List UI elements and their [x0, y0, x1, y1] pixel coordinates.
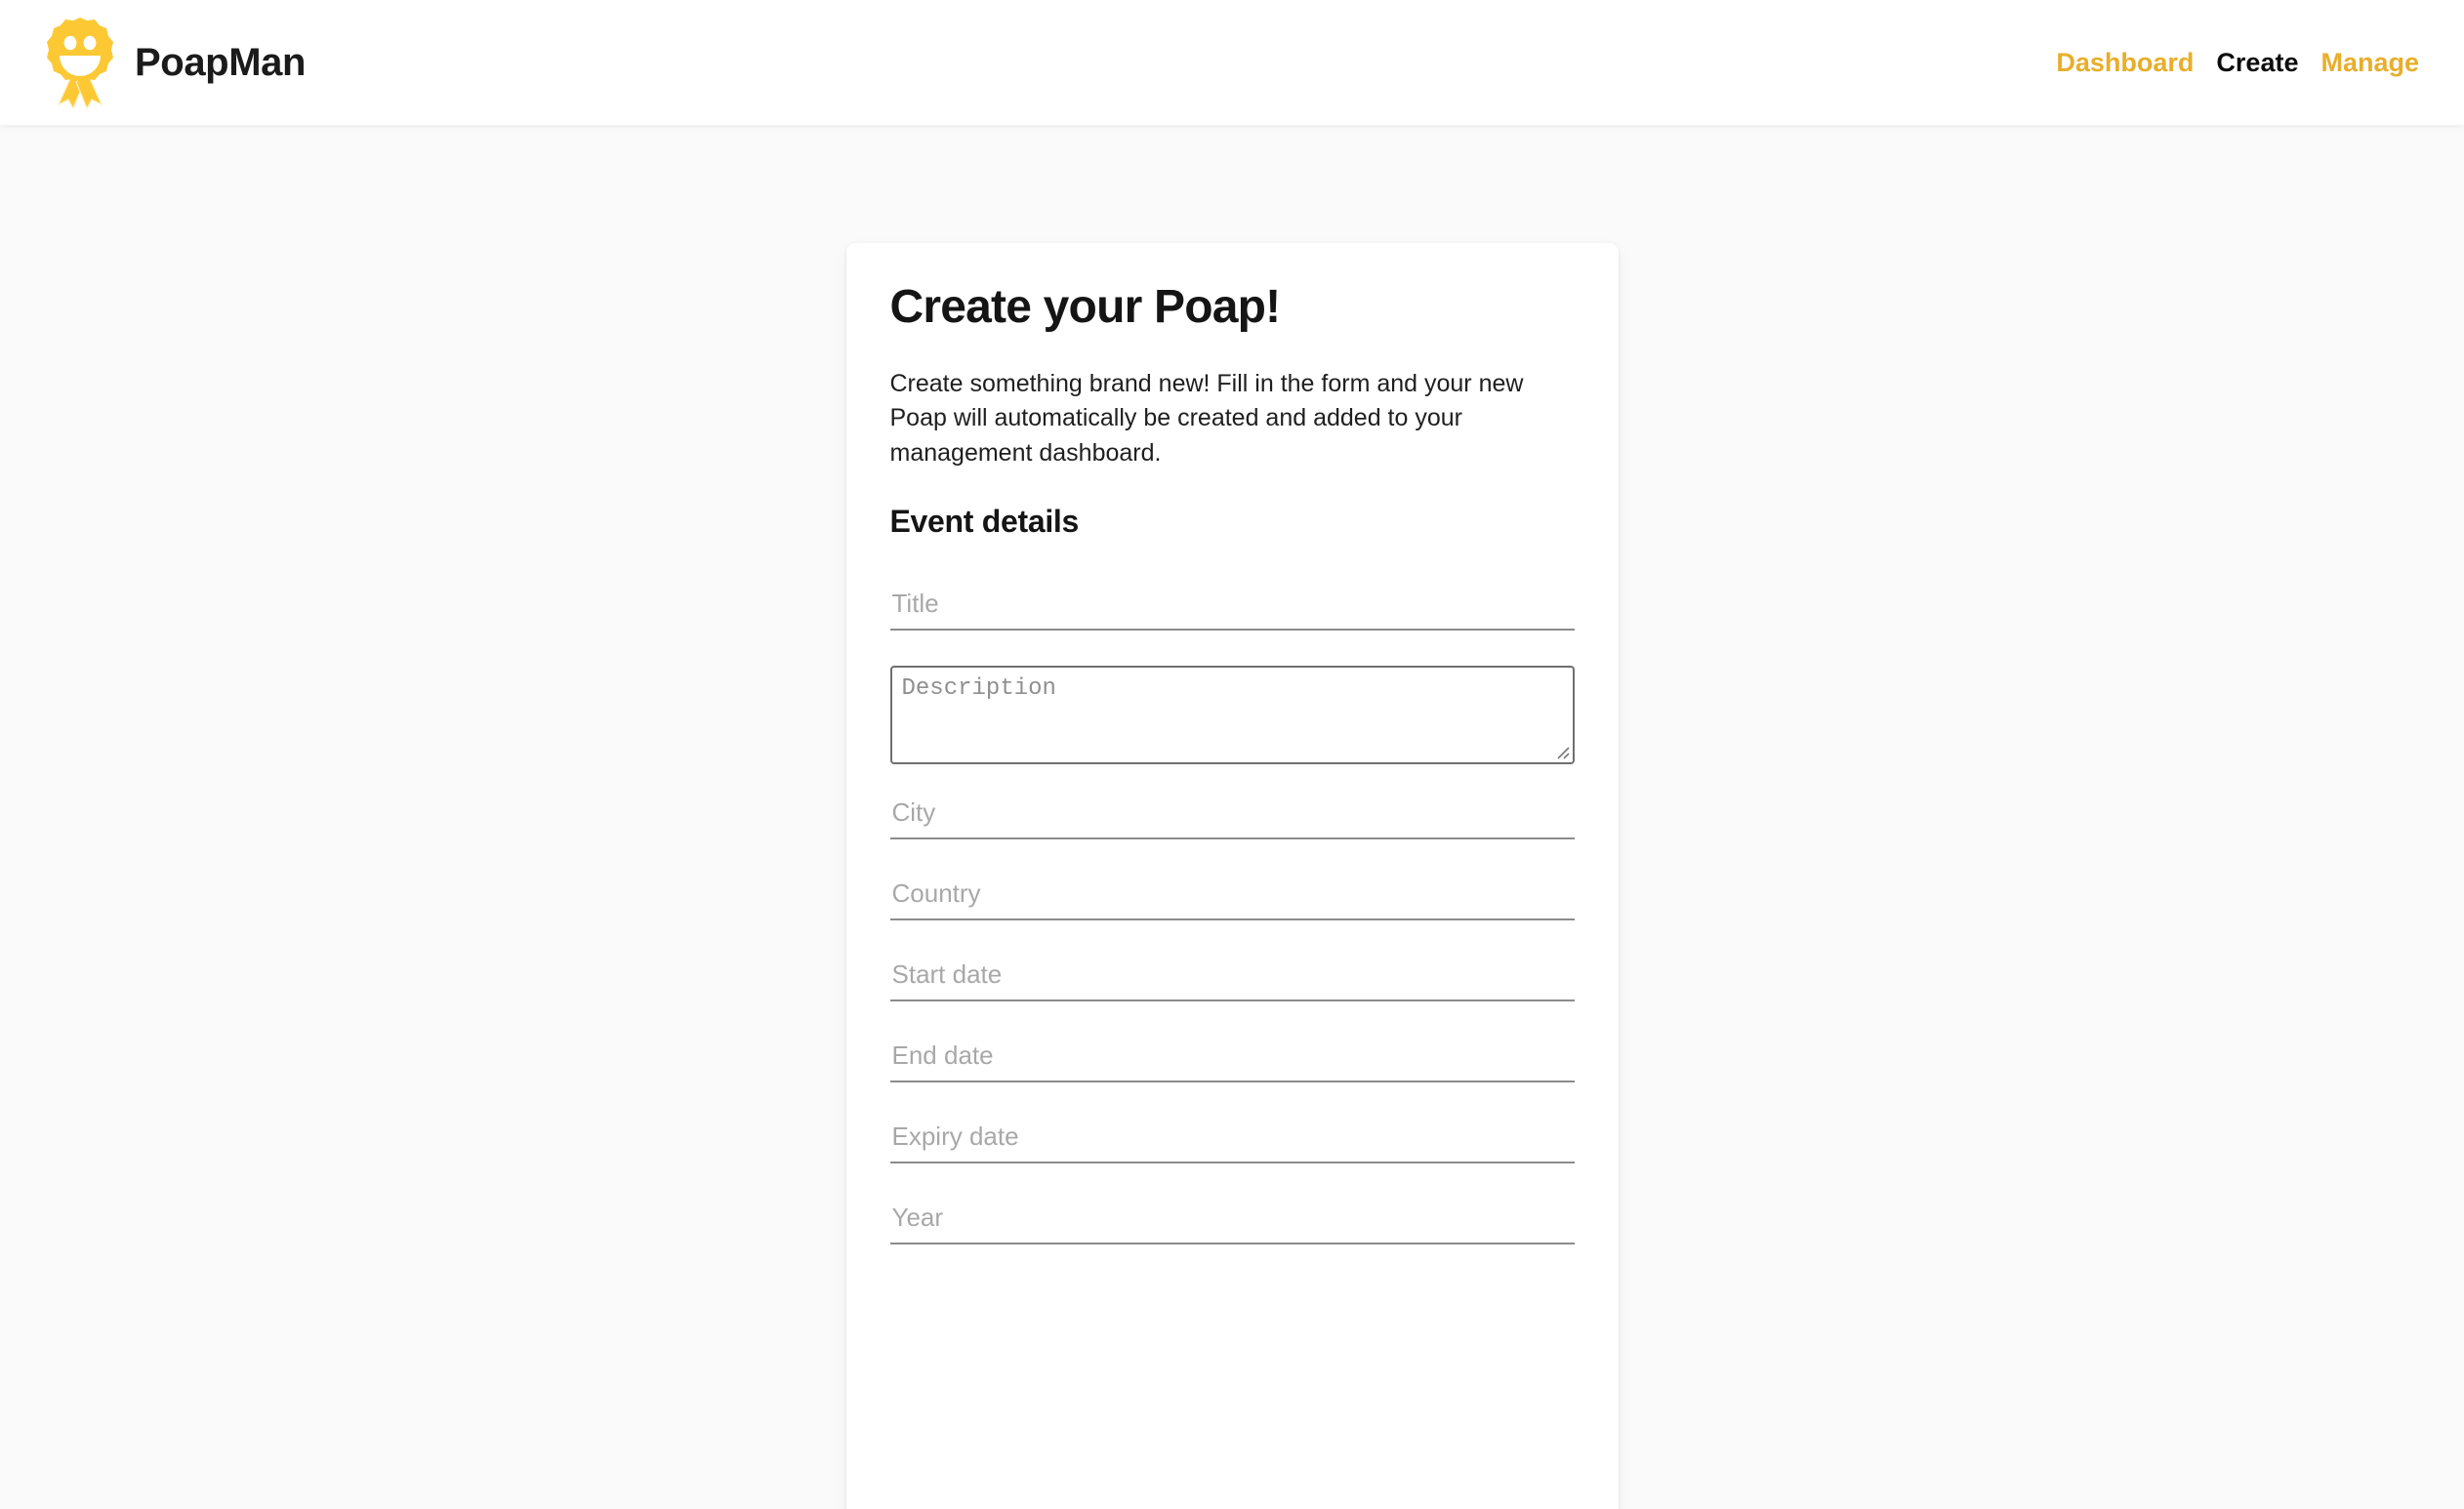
field-country	[889, 875, 1575, 921]
form-bottom-spacer	[890, 1280, 1575, 1338]
country-input[interactable]	[889, 875, 1575, 921]
field-end-date	[889, 1037, 1575, 1083]
field-year	[889, 1199, 1575, 1245]
nav-link-create[interactable]: Create	[2216, 48, 2298, 78]
field-city	[889, 794, 1575, 840]
smiley-badge-icon	[47, 18, 113, 110]
create-poap-form	[889, 585, 1575, 1338]
nav-link-manage[interactable]: Manage	[2320, 48, 2419, 78]
expiry-date-input[interactable]	[889, 1118, 1575, 1164]
main-nav: Dashboard Create Manage	[2056, 48, 2431, 78]
create-poap-card: Create your Poap! Create something brand…	[845, 243, 1619, 1509]
year-input[interactable]	[889, 1199, 1575, 1245]
end-date-input[interactable]	[889, 1037, 1575, 1083]
brand-logo-link[interactable]: PoapMan	[43, 14, 306, 111]
brand-name: PoapMan	[135, 40, 306, 84]
page-intro-text: Create something brand new! Fill in the …	[889, 369, 1524, 467]
city-input[interactable]	[889, 794, 1575, 840]
field-expiry-date	[889, 1118, 1575, 1164]
section-title-event-details: Event details	[889, 504, 1080, 540]
start-date-input[interactable]	[889, 956, 1575, 1002]
app-header: PoapMan Dashboard Create Manage	[0, 0, 2464, 125]
page-body: Create your Poap! Create something brand…	[0, 125, 2464, 1509]
title-input[interactable]	[889, 585, 1575, 632]
field-description	[889, 666, 1575, 765]
page-title: Create your Poap!	[889, 281, 1282, 333]
nav-link-dashboard[interactable]: Dashboard	[2056, 48, 2194, 78]
description-textarea[interactable]	[889, 666, 1575, 765]
field-title	[889, 585, 1575, 632]
field-start-date	[889, 956, 1575, 1002]
